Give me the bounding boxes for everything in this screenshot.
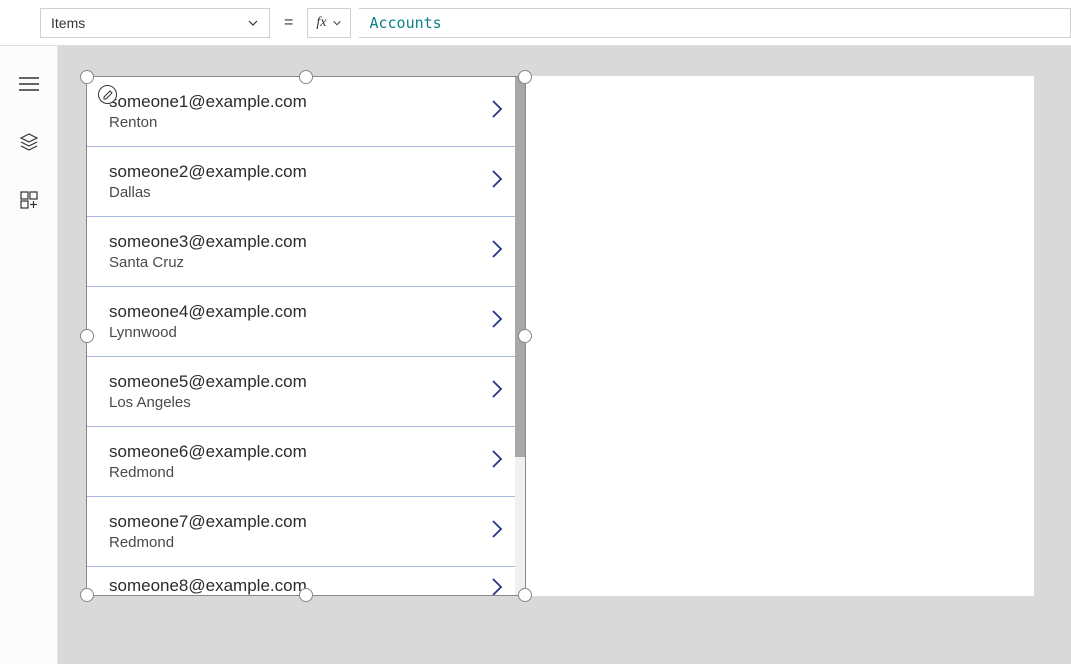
list-item-title: someone4@example.com — [109, 301, 483, 323]
list-item-subtitle: Dallas — [109, 183, 483, 203]
canvas[interactable]: someone1@example.comRenton someone2@examp… — [86, 76, 1034, 596]
list-item-title: someone1@example.com — [109, 91, 483, 113]
fx-button[interactable]: fx — [307, 8, 351, 38]
chevron-right-icon[interactable] — [483, 377, 511, 406]
chevron-right-icon[interactable] — [483, 97, 511, 126]
resize-handle-bottom-right[interactable] — [518, 588, 532, 602]
resize-handle-middle-left[interactable] — [80, 329, 94, 343]
formula-bar: Items = fx Accounts — [0, 0, 1071, 46]
list-item-text: someone1@example.comRenton — [109, 91, 483, 133]
list-item-text: someone2@example.comDallas — [109, 161, 483, 203]
list-item[interactable]: someone5@example.comLos Angeles — [87, 357, 525, 427]
resize-handle-bottom-left[interactable] — [80, 588, 94, 602]
list-item[interactable]: someone1@example.comRenton — [87, 77, 525, 147]
list-item-subtitle: Lynnwood — [109, 323, 483, 343]
chevron-right-icon[interactable] — [483, 517, 511, 546]
canvas-wrapper: someone1@example.comRenton someone2@examp… — [58, 46, 1071, 664]
list-item-subtitle: Santa Cruz — [109, 253, 483, 273]
edit-template-icon[interactable] — [98, 85, 117, 104]
list-item-text: someone7@example.comRedmond — [109, 511, 483, 553]
list-item-text: someone8@example.com — [109, 575, 483, 595]
formula-input[interactable]: Accounts — [359, 8, 1071, 38]
property-dropdown[interactable]: Items — [40, 8, 270, 38]
list-item-subtitle: Redmond — [109, 463, 483, 483]
layers-icon[interactable] — [17, 130, 41, 154]
chevron-down-icon — [332, 18, 342, 28]
resize-handle-top-right[interactable] — [518, 70, 532, 84]
left-rail — [0, 46, 58, 664]
chevron-right-icon[interactable] — [483, 447, 511, 476]
list-item[interactable]: someone2@example.comDallas — [87, 147, 525, 217]
list-item-title: someone5@example.com — [109, 371, 483, 393]
property-name: Items — [51, 15, 85, 31]
list-item[interactable]: someone4@example.comLynnwood — [87, 287, 525, 357]
resize-handle-top-left[interactable] — [80, 70, 94, 84]
list-item-text: someone4@example.comLynnwood — [109, 301, 483, 343]
fx-icon: fx — [316, 15, 326, 31]
list-item-title: someone6@example.com — [109, 441, 483, 463]
main-area: someone1@example.comRenton someone2@examp… — [0, 46, 1071, 664]
chevron-right-icon[interactable] — [483, 575, 511, 595]
list-item-subtitle: Los Angeles — [109, 393, 483, 413]
list-item[interactable]: someone7@example.comRedmond — [87, 497, 525, 567]
hamburger-icon[interactable] — [17, 72, 41, 96]
equals-sign: = — [278, 14, 299, 32]
list-item-text: someone3@example.comSanta Cruz — [109, 231, 483, 273]
chevron-right-icon[interactable] — [483, 167, 511, 196]
chevron-right-icon[interactable] — [483, 307, 511, 336]
chevron-down-icon — [247, 17, 259, 29]
list-item-title: someone7@example.com — [109, 511, 483, 533]
list-item-title: someone2@example.com — [109, 161, 483, 183]
list-item-title: someone3@example.com — [109, 231, 483, 253]
formula-text: Accounts — [369, 14, 441, 32]
list-item-text: someone5@example.comLos Angeles — [109, 371, 483, 413]
list-item[interactable]: someone3@example.comSanta Cruz — [87, 217, 525, 287]
scrollbar-thumb[interactable] — [515, 77, 525, 457]
gallery-control[interactable]: someone1@example.comRenton someone2@examp… — [86, 76, 526, 596]
list-item[interactable]: someone6@example.comRedmond — [87, 427, 525, 497]
resize-handle-top-center[interactable] — [299, 70, 313, 84]
grid-icon[interactable] — [17, 188, 41, 212]
list-item-subtitle: Renton — [109, 113, 483, 133]
gallery-scroll: someone1@example.comRenton someone2@examp… — [87, 77, 525, 595]
resize-handle-middle-right[interactable] — [518, 329, 532, 343]
chevron-right-icon[interactable] — [483, 237, 511, 266]
list-item-text: someone6@example.comRedmond — [109, 441, 483, 483]
list-item-title: someone8@example.com — [109, 575, 483, 595]
resize-handle-bottom-center[interactable] — [299, 588, 313, 602]
list-item-subtitle: Redmond — [109, 533, 483, 553]
